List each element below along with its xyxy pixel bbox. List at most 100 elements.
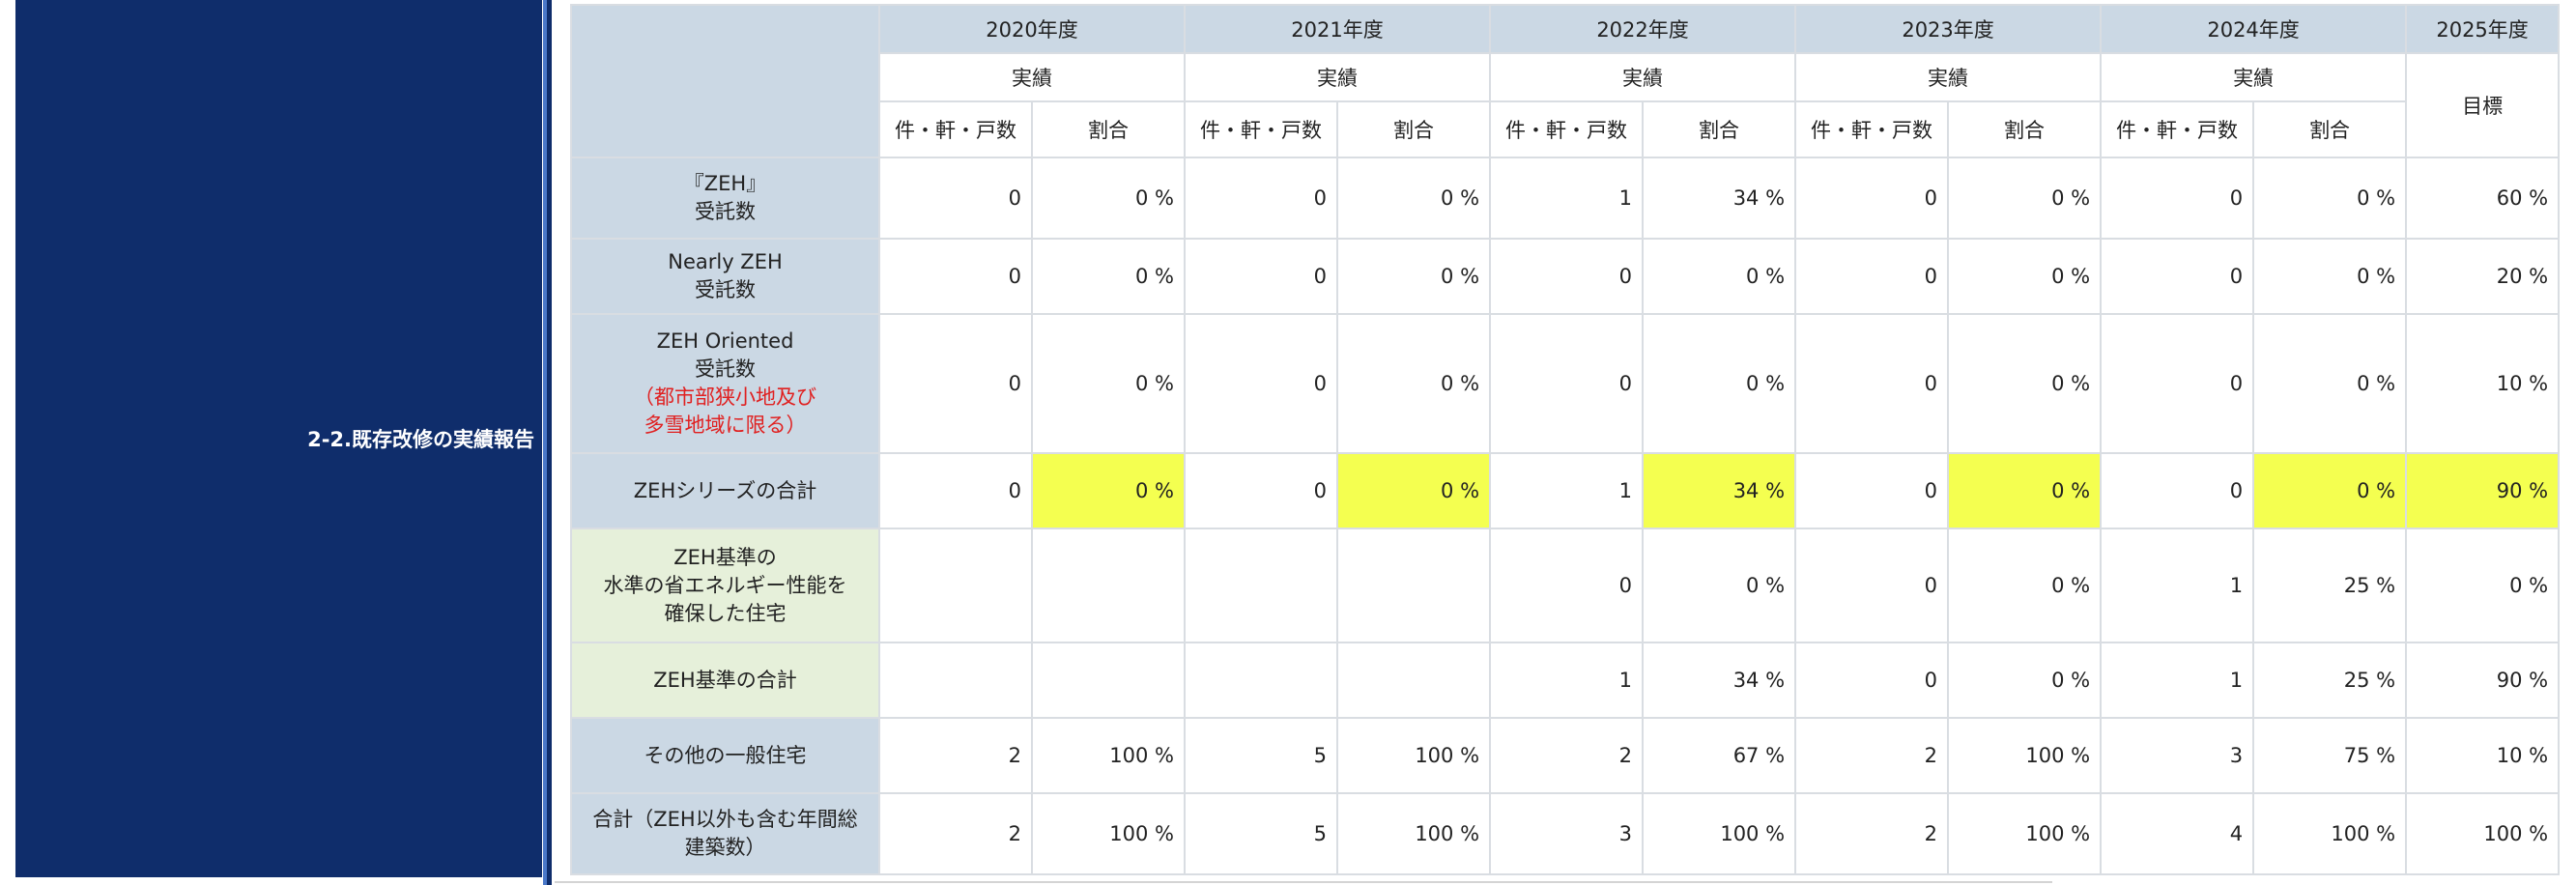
table-row: その他の一般住宅 2 100 % 5 100 % 2 67 % 2 100 % 3 75 % 10 % bbox=[570, 717, 2561, 794]
row-label-line: Nearly ZEH bbox=[668, 250, 783, 273]
year-header: 2021年度 bbox=[1184, 4, 1492, 54]
ratio-cell: 0 % bbox=[1947, 528, 2103, 643]
row-label: ZEH基準の合計 bbox=[570, 642, 880, 719]
count-cell: 0 bbox=[1794, 238, 1950, 315]
ratio-cell: 100 % bbox=[1030, 717, 1187, 794]
target-cell: 60 % bbox=[2405, 157, 2561, 240]
target-cell: 20 % bbox=[2405, 238, 2561, 315]
ratio-cell: 34 % bbox=[1642, 157, 1797, 240]
result-header: 実績 bbox=[1489, 52, 1797, 102]
count-cell bbox=[1184, 642, 1339, 719]
count-cell: 0 bbox=[1489, 528, 1645, 643]
row-label-line: 受託数 bbox=[695, 357, 756, 381]
count-cell: 0 bbox=[2100, 452, 2255, 529]
table-row: ZEH Oriented 受託数 （都市部狭小地及び 多雪地域に限る） 0 0 % 0 0 %… bbox=[570, 313, 2561, 454]
count-cell: 3 bbox=[2100, 717, 2255, 794]
count-cell: 5 bbox=[1184, 717, 1339, 794]
results-table: 2020年度 2021年度 2022年度 2023年度 2024年度 2025年… bbox=[570, 4, 2561, 875]
year-header: 2025年度 bbox=[2405, 4, 2561, 54]
row-label-line: 合計（ZEH以外も含む年間総 bbox=[592, 808, 858, 831]
count-header: 件・軒・戸数 bbox=[1794, 100, 1950, 158]
table-row: 合計（ZEH以外も含む年間総 建築数） 2 100 % 5 100 % 3 100 % 2 100… bbox=[570, 792, 2561, 875]
target-cell: 100 % bbox=[2405, 792, 2561, 875]
count-cell: 1 bbox=[2100, 528, 2255, 643]
row-label-line: ZEH Oriented bbox=[656, 329, 794, 353]
count-cell: 0 bbox=[1794, 528, 1950, 643]
ratio-cell: 0 % bbox=[1336, 452, 1492, 529]
ratio-cell: 0 % bbox=[1030, 452, 1187, 529]
count-cell: 4 bbox=[2100, 792, 2255, 875]
row-label: その他の一般住宅 bbox=[570, 717, 880, 794]
count-cell: 0 bbox=[878, 157, 1033, 240]
target-cell: 10 % bbox=[2405, 717, 2561, 794]
count-cell: 0 bbox=[878, 313, 1033, 454]
table-row: ZEHシリーズの合計 0 0 % 0 0 % 1 34 % 0 0 % 0 0 % 90 % bbox=[570, 452, 2561, 529]
count-header: 件・軒・戸数 bbox=[1184, 100, 1339, 158]
count-cell: 0 bbox=[1489, 238, 1645, 315]
row-label-line: その他の一般住宅 bbox=[644, 743, 807, 767]
row-label: ZEHシリーズの合計 bbox=[570, 452, 880, 529]
count-cell: 2 bbox=[878, 717, 1033, 794]
count-cell: 0 bbox=[1794, 452, 1950, 529]
result-header: 実績 bbox=[2100, 52, 2408, 102]
count-cell: 1 bbox=[1489, 157, 1645, 240]
ratio-cell bbox=[1030, 642, 1187, 719]
table-row: Nearly ZEH 受託数 0 0 % 0 0 % 0 0 % 0 0 % 0 0 % 20 % bbox=[570, 238, 2561, 315]
ratio-cell: 0 % bbox=[1030, 238, 1187, 315]
count-cell: 2 bbox=[1794, 792, 1950, 875]
ratio-cell: 100 % bbox=[1947, 792, 2103, 875]
count-header: 件・軒・戸数 bbox=[1489, 100, 1645, 158]
row-label: 合計（ZEH以外も含む年間総 建築数） bbox=[570, 792, 880, 875]
count-header: 件・軒・戸数 bbox=[2100, 100, 2255, 158]
count-cell: 2 bbox=[878, 792, 1033, 875]
count-cell bbox=[878, 642, 1033, 719]
count-cell: 0 bbox=[1184, 238, 1339, 315]
table-row: ZEH基準の 水準の省エネルギー性能を 確保した住宅 0 0 % 0 0 % 1 25 % 0 % bbox=[570, 528, 2561, 643]
count-cell: 5 bbox=[1184, 792, 1339, 875]
target-cell: 90 % bbox=[2405, 452, 2561, 529]
ratio-header: 割合 bbox=[1642, 100, 1797, 158]
row-label: 『ZEH』 受託数 bbox=[570, 157, 880, 240]
ratio-cell bbox=[1336, 642, 1492, 719]
header-row-years: 2020年度 2021年度 2022年度 2023年度 2024年度 2025年… bbox=[570, 4, 2561, 158]
ratio-cell: 0 % bbox=[1947, 313, 2103, 454]
year-header: 2022年度 bbox=[1489, 4, 1797, 54]
row-label-line: 受託数 bbox=[695, 200, 756, 223]
ratio-cell: 0 % bbox=[2252, 238, 2408, 315]
count-cell: 0 bbox=[1794, 313, 1950, 454]
ratio-cell: 0 % bbox=[1030, 313, 1187, 454]
row-label-note: （都市部狭小地及び bbox=[634, 385, 816, 409]
table-row: 『ZEH』 受託数 0 0 % 0 0 % 1 34 % 0 0 % 0 0 % 60 % bbox=[570, 157, 2561, 240]
ratio-cell: 25 % bbox=[2252, 528, 2408, 643]
count-cell: 0 bbox=[2100, 313, 2255, 454]
ratio-cell: 0 % bbox=[1336, 157, 1492, 240]
year-header: 2023年度 bbox=[1794, 4, 2103, 54]
ratio-cell: 0 % bbox=[1947, 452, 2103, 529]
row-label-note: 多雪地域に限る） bbox=[644, 414, 807, 437]
ratio-header: 割合 bbox=[1947, 100, 2103, 158]
row-label-line: 受託数 bbox=[695, 278, 756, 301]
count-cell: 0 bbox=[1794, 157, 1950, 240]
count-cell: 0 bbox=[1184, 157, 1339, 240]
ratio-cell bbox=[1030, 528, 1187, 643]
result-header: 実績 bbox=[877, 52, 1187, 102]
table-body: 『ZEH』 受託数 0 0 % 0 0 % 1 34 % 0 0 % 0 0 % 60 % Nearly … bbox=[570, 157, 2561, 875]
count-cell: 0 bbox=[1184, 452, 1339, 529]
header-corner bbox=[570, 4, 880, 158]
count-cell bbox=[1184, 528, 1339, 643]
table-row: ZEH基準の合計 1 34 % 0 0 % 1 25 % 90 % bbox=[570, 642, 2561, 719]
ratio-cell: 34 % bbox=[1642, 642, 1797, 719]
row-label-line: ZEH基準の bbox=[673, 545, 777, 569]
count-cell: 0 bbox=[2100, 238, 2255, 315]
count-cell: 0 bbox=[1489, 313, 1645, 454]
ratio-cell: 0 % bbox=[2252, 452, 2408, 529]
ratio-cell: 25 % bbox=[2252, 642, 2408, 719]
section-title: 2-2.既存改修の実績報告 bbox=[307, 428, 534, 451]
ratio-cell: 0 % bbox=[1336, 238, 1492, 315]
ratio-cell: 0 % bbox=[1642, 528, 1797, 643]
bottom-border bbox=[555, 881, 2052, 883]
row-label-line: 水準の省エネルギー性能を bbox=[603, 573, 847, 597]
count-cell: 0 bbox=[2100, 157, 2255, 240]
ratio-cell: 0 % bbox=[1947, 157, 2103, 240]
sidebar-bottom-gap bbox=[15, 877, 542, 885]
